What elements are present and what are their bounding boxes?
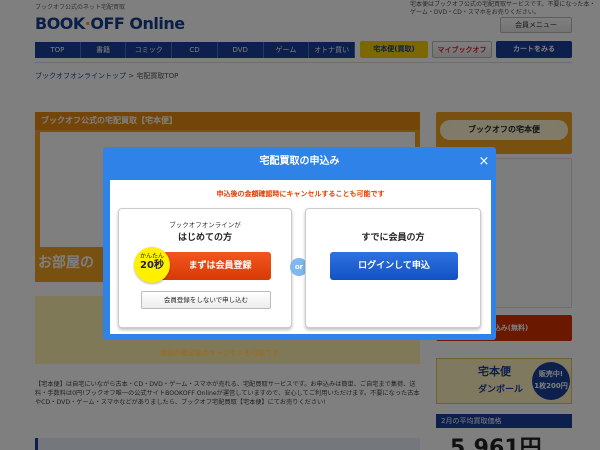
guest-apply-button[interactable]: 会員登録をしないで申し込む xyxy=(141,291,271,309)
register-button[interactable]: まずは会員登録 xyxy=(155,252,271,280)
cancel-after-check-note: 金額の確認後のキャンセルも可能です xyxy=(160,349,279,357)
login-apply-button[interactable]: ログインして申込 xyxy=(330,252,458,280)
member-title: すでに会員の方 xyxy=(361,233,425,243)
easy-badge-big: 20秒 xyxy=(140,260,164,271)
close-icon[interactable]: × xyxy=(477,155,491,169)
modal-title: 宅配買取の申込み xyxy=(259,156,340,167)
modal-cancel-note: 申込後の金額確認時にキャンセルすることも可能です xyxy=(216,190,385,198)
first-time-title: はじめての方 xyxy=(177,233,232,243)
easy-badge-small: かんたん xyxy=(139,253,164,260)
easy-20sec-badge: かんたん 20秒 xyxy=(134,247,170,283)
first-time-subtitle: ブックオフオンラインが xyxy=(169,221,241,229)
